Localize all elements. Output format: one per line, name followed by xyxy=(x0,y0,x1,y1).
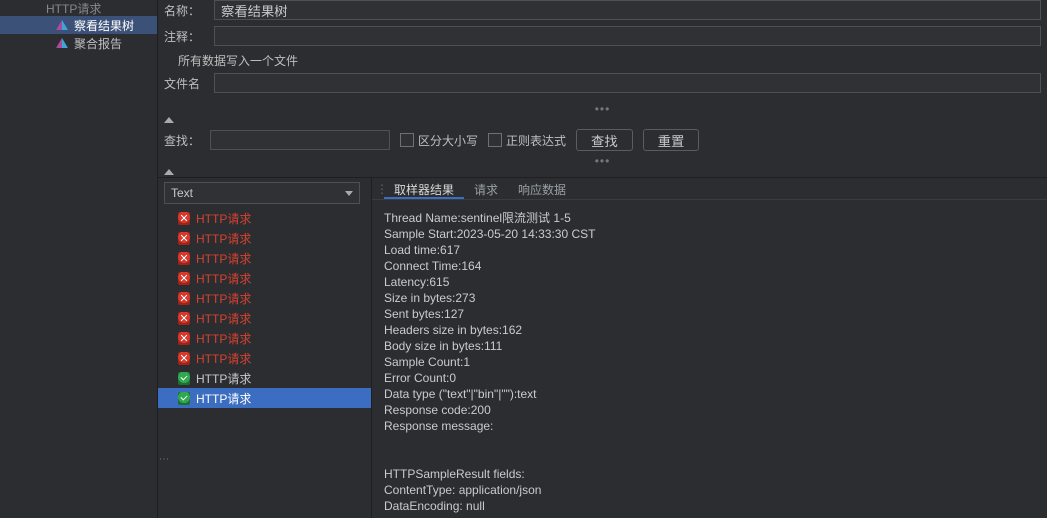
v-resize-handle[interactable]: ⋮ xyxy=(376,178,384,199)
results-pane: Text HTTP请求HTTP请求HTTP请求HTTP请求HTTP请求HTTP请… xyxy=(158,178,372,518)
result-item-label: HTTP请求 xyxy=(196,350,251,367)
renderer-combo[interactable]: Text xyxy=(164,182,360,204)
sampler-detail-text: Thread Name:sentinel限流测试 1-5 Sample Star… xyxy=(372,200,1047,518)
result-item[interactable]: HTTP请求 xyxy=(158,228,371,248)
comment-label: 注释： xyxy=(164,28,206,45)
result-item[interactable]: HTTP请求 xyxy=(158,368,371,388)
result-tree[interactable]: HTTP请求 HTTP请求 HTTP请求 HTTP请求 HTTP请求 HTTP请求 HTTP… xyxy=(158,208,371,518)
ok-shield-icon xyxy=(178,372,190,385)
name-field[interactable] xyxy=(214,0,1041,20)
error-shield-icon xyxy=(178,272,190,285)
error-shield-icon xyxy=(178,312,190,325)
sidebar-item-label: HTTP请求 xyxy=(46,0,101,17)
case-checkbox[interactable]: 区分大小写 xyxy=(400,132,478,149)
result-item-label: HTTP请求 xyxy=(196,270,251,287)
main-panel: 名称： 注释： 所有数据写入一个文件 文件名 ••• 查找： 区分大小写 正则表… xyxy=(158,0,1047,518)
split-pane: Text HTTP请求HTTP请求HTTP请求HTTP请求HTTP请求HTTP请… xyxy=(158,178,1047,518)
tab-2[interactable]: 响应数据 xyxy=(508,178,576,199)
h-resize-handle[interactable]: ••• xyxy=(158,103,1047,115)
search-label: 查找： xyxy=(164,132,200,149)
search-input[interactable] xyxy=(210,130,390,150)
result-item[interactable]: HTTP请求 xyxy=(158,348,371,368)
search-row: 查找： 区分大小写 正则表达式 查找 重置 xyxy=(158,125,1047,155)
sidebar-item-label: 聚合报告 xyxy=(74,35,122,52)
reset-button[interactable]: 重置 xyxy=(643,129,700,151)
tab-0[interactable]: 取样器结果 xyxy=(384,178,464,199)
vertical-resize-handle[interactable]: ⋮ xyxy=(158,454,169,465)
result-item[interactable]: HTTP请求 xyxy=(158,388,371,408)
name-label: 名称： xyxy=(164,2,206,19)
tab-1[interactable]: 请求 xyxy=(464,178,508,199)
result-item[interactable]: HTTP请求 xyxy=(158,308,371,328)
chevron-down-icon xyxy=(345,191,353,196)
checkbox-icon xyxy=(488,133,502,147)
detail-pane: ⋮ 取样器结果请求响应数据 Thread Name:sentinel限流测试 1… xyxy=(372,178,1047,518)
sidebar-item-result-tree[interactable]: 察看结果树 xyxy=(0,16,157,34)
result-item[interactable]: HTTP请求 xyxy=(158,268,371,288)
sidebar-item-label: 察看结果树 xyxy=(74,17,134,34)
sidebar-item-http[interactable]: HTTP请求 xyxy=(0,0,157,16)
result-item-label: HTTP请求 xyxy=(196,310,251,327)
gauge-icon xyxy=(56,38,68,48)
file-label: 文件名 xyxy=(164,75,206,92)
sidebar-item-aggregate-report[interactable]: 聚合报告 xyxy=(0,34,157,52)
detail-tabs: ⋮ 取样器结果请求响应数据 xyxy=(372,178,1047,200)
case-label: 区分大小写 xyxy=(418,132,478,149)
error-shield-icon xyxy=(178,252,190,265)
result-item-label: HTTP请求 xyxy=(196,210,251,227)
result-item-label: HTTP请求 xyxy=(196,370,251,387)
comment-field[interactable] xyxy=(214,26,1041,46)
result-item[interactable]: HTTP请求 xyxy=(158,328,371,348)
error-shield-icon xyxy=(178,232,190,245)
error-shield-icon xyxy=(178,212,190,225)
checkbox-icon xyxy=(400,133,414,147)
regex-label: 正则表达式 xyxy=(506,132,566,149)
renderer-value: Text xyxy=(171,186,193,200)
result-item[interactable]: HTTP请求 xyxy=(158,248,371,268)
find-button[interactable]: 查找 xyxy=(576,129,633,151)
h-resize-handle-2[interactable]: ••• xyxy=(158,155,1047,167)
collapse-toggle-2[interactable] xyxy=(164,169,174,175)
error-shield-icon xyxy=(178,332,190,345)
result-item-label: HTTP请求 xyxy=(196,250,251,267)
result-item-label: HTTP请求 xyxy=(196,290,251,307)
gauge-icon xyxy=(56,20,68,30)
write-all-label: 所有数据写入一个文件 xyxy=(164,52,1041,69)
form-area: 名称： 注释： 所有数据写入一个文件 文件名 xyxy=(158,0,1047,103)
file-field[interactable] xyxy=(214,73,1041,93)
result-item-label: HTTP请求 xyxy=(196,390,251,407)
regex-checkbox[interactable]: 正则表达式 xyxy=(488,132,566,149)
result-item[interactable]: HTTP请求 xyxy=(158,208,371,228)
result-item-label: HTTP请求 xyxy=(196,230,251,247)
error-shield-icon xyxy=(178,292,190,305)
collapse-toggle[interactable] xyxy=(164,117,174,123)
ok-shield-icon xyxy=(178,392,190,405)
result-item[interactable]: HTTP请求 xyxy=(158,288,371,308)
sidebar: HTTP请求 察看结果树 聚合报告 xyxy=(0,0,158,518)
result-item-label: HTTP请求 xyxy=(196,330,251,347)
error-shield-icon xyxy=(178,352,190,365)
